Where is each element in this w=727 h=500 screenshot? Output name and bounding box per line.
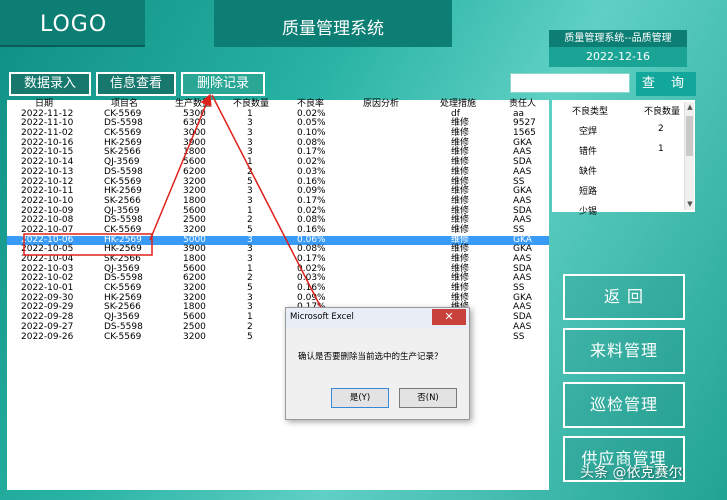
delete-record-button[interactable]: 删除记录 [181,72,265,96]
record-table: 日期 项目名 生产数量 不良数量 不良率 原因分析 处理措施 责任人 2022-… [7,99,549,342]
logo: LOGO [40,12,108,37]
watermark: 头条 @依克赛尔 [580,465,683,481]
dialog-title: Microsoft Excel [290,312,354,322]
info-view-button[interactable]: 信息查看 [96,72,176,96]
scroll-thumb[interactable] [686,116,693,156]
page-title: 质量管理系统 [282,19,384,39]
cell-defects: 5 [247,331,253,342]
back-button[interactable]: 返 回 [563,274,685,320]
no-button[interactable]: 否(N) [399,388,457,408]
defect-type-item: 少锡 [579,207,598,217]
defect-summary-panel: 不良类型 不良数量 空焊 2 错件 1 缺件短路少锡 [552,100,695,217]
dialog-titlebar: Microsoft Excel ✕ [286,308,469,328]
defect-count-header: 不良数量 [644,107,681,117]
search-input[interactable] [510,73,630,93]
defect-scrollbar[interactable]: ▲ ▼ [684,102,694,210]
defect-type-item: 空焊 [579,127,598,137]
search-button[interactable]: 查 询 [636,72,696,96]
title-box: 质量管理系统 [214,0,452,47]
cell-project: CK-5569 [104,331,142,342]
incoming-management-button[interactable]: 来料管理 [563,328,685,374]
cell-date: 2022-09-26 [21,331,74,342]
defect-count-item: 1 [658,144,664,154]
defect-type-item: 缺件 [579,167,598,177]
defect-type-item: 错件 [579,147,598,157]
table-header: 日期 项目名 生产数量 不良数量 不良率 原因分析 处理措施 责任人 [7,99,549,110]
cell-owner: SS [513,331,525,342]
subtitle: 质量管理系统--品质管理 [549,30,687,47]
defect-count-item: 2 [658,124,664,134]
patrol-management-button[interactable]: 巡检管理 [563,382,685,428]
scroll-down-icon[interactable]: ▼ [686,200,694,208]
dialog-message: 确认是否要删除当前选中的生产记录？ [298,352,443,362]
scroll-up-icon[interactable]: ▲ [686,103,694,111]
logo-box: LOGO [0,0,145,47]
yes-button[interactable]: 是(Y) [331,388,389,408]
current-date: 2022-12-16 [549,47,687,67]
cell-quantity: 3200 [183,331,206,342]
col-header-cause: 原因分析 [363,99,400,109]
defect-type-item: 短路 [579,187,598,197]
defect-type-header: 不良类型 [572,107,609,117]
record-table-panel: 日期 项目名 生产数量 不良数量 不良率 原因分析 处理措施 责任人 2022-… [7,99,549,490]
confirm-dialog: Microsoft Excel ✕ 确认是否要删除当前选中的生产记录？ 是(Y)… [285,307,470,420]
close-icon[interactable]: ✕ [432,309,466,325]
data-entry-button[interactable]: 数据录入 [9,72,91,96]
app-window: LOGO 质量管理系统 质量管理系统--品质管理 2022-12-16 数据录入… [0,0,727,500]
